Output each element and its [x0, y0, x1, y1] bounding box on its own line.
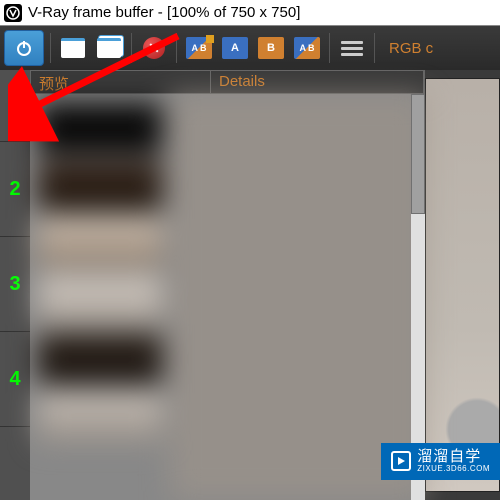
content-area: 1 2 3 4 预览 Details	[0, 70, 500, 500]
scroll-thumb[interactable]	[411, 94, 425, 214]
header-details[interactable]: Details	[211, 71, 424, 93]
row-number-panel: 1 2 3 4	[0, 70, 30, 500]
channel-b-button[interactable]: B	[255, 32, 287, 64]
save-image-button[interactable]	[57, 32, 89, 64]
toolbar-separator	[329, 33, 330, 63]
toolbar-separator	[176, 33, 177, 63]
menu-button[interactable]	[336, 32, 368, 64]
list-item[interactable]	[38, 392, 162, 442]
row-number: 1	[0, 70, 30, 142]
compare-ab-button[interactable]: AB	[183, 32, 215, 64]
a-icon: A	[222, 37, 248, 59]
title-bar: V-Ray frame buffer - [100% of 750 x 750]	[0, 0, 500, 26]
toolbar-separator	[50, 33, 51, 63]
channel-dropdown[interactable]: RGB c	[389, 40, 433, 57]
hamburger-icon	[341, 41, 363, 56]
b-icon: B	[258, 37, 284, 59]
clear-button[interactable]: ✕	[138, 32, 170, 64]
play-icon	[391, 451, 411, 471]
history-panel: 预览 Details	[30, 70, 425, 500]
scrollbar[interactable]	[411, 94, 425, 500]
save-all-button[interactable]	[93, 32, 125, 64]
list-item[interactable]	[38, 276, 162, 326]
list-item[interactable]	[38, 334, 162, 384]
close-icon: ✕	[143, 37, 165, 59]
header-preview[interactable]: 预览	[31, 71, 211, 93]
list-item[interactable]	[38, 160, 162, 210]
row-number: 3	[0, 237, 30, 332]
save-icon	[97, 38, 121, 58]
watermark-text: 溜溜自学	[417, 449, 490, 466]
list-item[interactable]	[38, 218, 162, 268]
history-header: 预览 Details	[30, 70, 425, 94]
list-item[interactable]	[38, 102, 162, 152]
render-preview-panel	[425, 70, 500, 500]
watermark: 溜溜自学 ZIXUE.3D66.COM	[381, 443, 500, 480]
ab-split-icon: AB	[186, 37, 212, 59]
render-preview-image[interactable]	[425, 78, 500, 492]
watermark-url: ZIXUE.3D66.COM	[417, 465, 490, 474]
toolbar: ✕ AB A B AB RGB c	[0, 26, 500, 70]
channel-a-button[interactable]: A	[219, 32, 251, 64]
toolbar-separator	[131, 33, 132, 63]
ab-split-icon: AB	[294, 37, 320, 59]
row-number: 2	[0, 142, 30, 237]
power-icon	[14, 38, 34, 58]
compare-ab2-button[interactable]: AB	[291, 32, 323, 64]
render-power-button[interactable]	[4, 30, 44, 66]
toolbar-separator	[374, 33, 375, 63]
save-icon	[61, 38, 85, 58]
row-number: 4	[0, 332, 30, 427]
vray-app-icon	[4, 4, 22, 22]
window-title: V-Ray frame buffer - [100% of 750 x 750]	[28, 4, 300, 21]
history-list[interactable]	[30, 94, 425, 500]
